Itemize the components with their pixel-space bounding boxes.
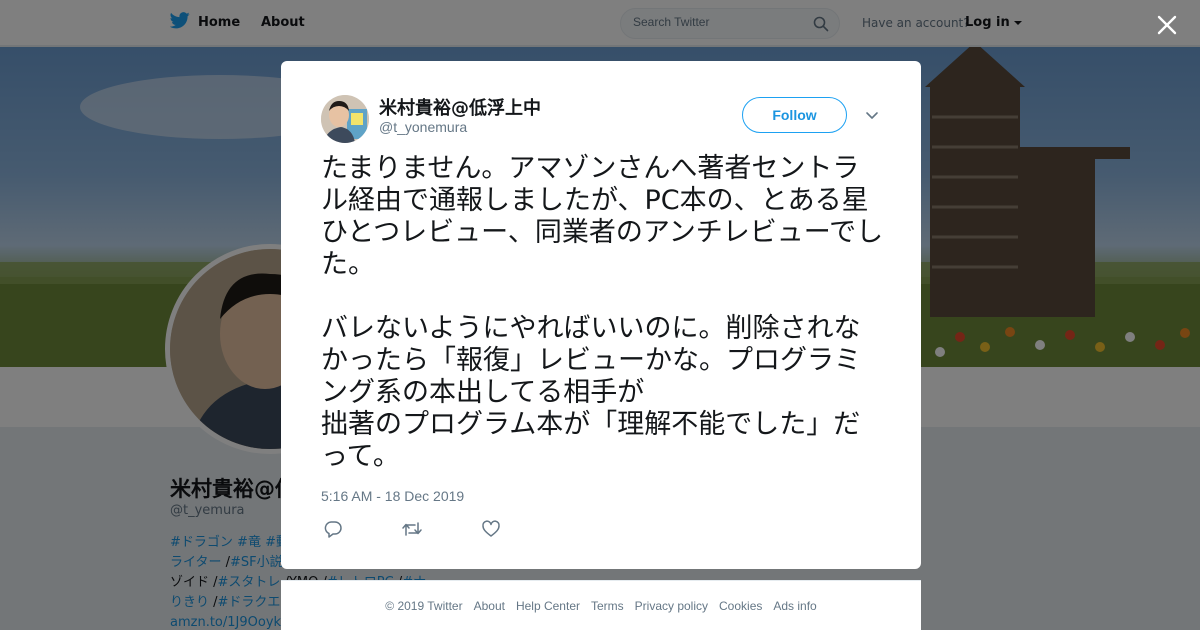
tweet-paragraph: たまりません。アマゾンさんへ著者セントラル経由で通報しましたが、PC本の、とある… — [321, 153, 884, 280]
modal-footer: © 2019 Twitter About Help Center Terms P… — [281, 580, 921, 630]
tweet-paragraph: 拙著のプログラム本が「理解不能でした」だって。 — [321, 409, 861, 472]
tweet-text: たまりません。アマゾンさんへ著者セントラル経由で通報しましたが、PC本の、とある… — [321, 153, 886, 473]
tweet-modal: 米村貴裕@低浮上中 @t_yonemura Follow たまりません。アマゾン… — [281, 61, 921, 569]
footer-link-about[interactable]: About — [474, 599, 505, 613]
close-icon[interactable] — [1154, 12, 1180, 38]
footer-link-cookies[interactable]: Cookies — [719, 599, 762, 613]
like-icon[interactable] — [481, 519, 503, 539]
footer-link-help-center[interactable]: Help Center — [516, 599, 580, 613]
tweet-timestamp[interactable]: 5:16 AM - 18 Dec 2019 — [321, 488, 464, 504]
footer-link-privacy[interactable]: Privacy policy — [635, 599, 708, 613]
author-name[interactable]: 米村貴裕@低浮上中 — [379, 94, 541, 120]
chevron-down-icon[interactable] — [864, 107, 880, 123]
reply-icon[interactable] — [323, 519, 345, 539]
copyright: © 2019 Twitter — [385, 598, 463, 613]
author-avatar[interactable] — [321, 95, 369, 143]
retweet-icon[interactable] — [401, 519, 423, 539]
footer-link-ads-info[interactable]: Ads info — [773, 599, 816, 613]
follow-button[interactable]: Follow — [742, 97, 847, 133]
tweet-paragraph: バレないようにやればいいのに。削除されなかったら「報復」レビューかな。プログラミ… — [321, 313, 861, 408]
footer-link-terms[interactable]: Terms — [591, 599, 624, 613]
author-handle[interactable]: @t_yonemura — [379, 119, 467, 135]
